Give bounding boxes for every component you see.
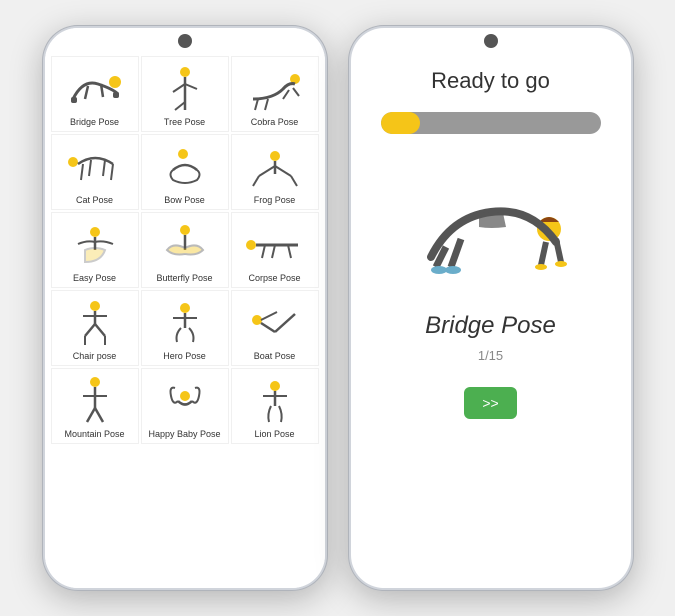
pose-label: Cat Pose	[76, 195, 113, 205]
pose-label: Frog Pose	[254, 195, 296, 205]
pose-label: Tree Pose	[164, 117, 205, 127]
right-phone-notch	[484, 34, 498, 48]
list-item[interactable]: Tree Pose	[141, 56, 229, 132]
pose-label: Lion Pose	[254, 429, 294, 439]
pose-icon	[63, 375, 127, 427]
next-button[interactable]: >>	[464, 387, 516, 419]
left-phone-screen: Bridge Pose	[45, 28, 325, 588]
list-item[interactable]: Cat Pose	[51, 134, 139, 210]
pose-counter: 1/15	[478, 348, 503, 363]
progress-bar-fill	[381, 112, 421, 134]
pose-icon	[243, 63, 307, 115]
pose-label: Happy Baby Pose	[148, 429, 220, 439]
list-item[interactable]: Cobra Pose	[231, 56, 319, 132]
pose-icon	[243, 219, 307, 271]
list-item[interactable]: Hero Pose	[141, 290, 229, 366]
pose-icon	[243, 141, 307, 193]
list-item[interactable]: Frog Pose	[231, 134, 319, 210]
right-phone-screen: Ready to go	[351, 28, 631, 588]
list-item[interactable]: Boat Pose	[231, 290, 319, 366]
pose-icon	[63, 141, 127, 193]
ready-title: Ready to go	[431, 68, 550, 94]
pose-label: Chair pose	[73, 351, 117, 361]
list-item[interactable]: Mountain Pose	[51, 368, 139, 444]
list-item[interactable]: Bow Pose	[141, 134, 229, 210]
pose-label: Corpse Pose	[248, 273, 300, 283]
pose-icon	[243, 297, 307, 349]
left-phone-notch	[178, 34, 192, 48]
pose-icon	[153, 63, 217, 115]
pose-label: Boat Pose	[254, 351, 296, 361]
pose-label: Hero Pose	[163, 351, 206, 361]
pose-label: Bridge Pose	[70, 117, 119, 127]
pose-icon	[243, 375, 307, 427]
pose-illustration	[391, 162, 591, 292]
yoga-list-screen: Bridge Pose	[45, 28, 325, 588]
pose-label: Cobra Pose	[251, 117, 299, 127]
list-item[interactable]: Chair pose	[51, 290, 139, 366]
list-item[interactable]: Butterfly Pose	[141, 212, 229, 288]
pose-icon	[153, 219, 217, 271]
yoga-grid: Bridge Pose	[51, 56, 319, 444]
pose-label: Easy Pose	[73, 273, 116, 283]
list-item[interactable]: Happy Baby Pose	[141, 368, 229, 444]
list-item[interactable]: Bridge Pose	[51, 56, 139, 132]
pose-icon	[63, 63, 127, 115]
left-phone: Bridge Pose	[42, 25, 328, 591]
list-item[interactable]: Easy Pose	[51, 212, 139, 288]
pose-name: Bridge Pose	[425, 312, 556, 340]
list-item[interactable]: Corpse Pose	[231, 212, 319, 288]
progress-bar-container	[381, 112, 601, 134]
pose-icon	[153, 375, 217, 427]
yoga-detail-screen: Ready to go	[351, 28, 631, 588]
pose-icon	[63, 219, 127, 271]
right-phone: Ready to go	[348, 25, 634, 591]
pose-icon	[63, 297, 127, 349]
pose-label: Butterfly Pose	[156, 273, 212, 283]
pose-label: Mountain Pose	[64, 429, 124, 439]
pose-label: Bow Pose	[164, 195, 205, 205]
pose-icon	[153, 297, 217, 349]
phones-container: Bridge Pose	[42, 25, 634, 591]
list-item[interactable]: Lion Pose	[231, 368, 319, 444]
pose-icon	[153, 141, 217, 193]
